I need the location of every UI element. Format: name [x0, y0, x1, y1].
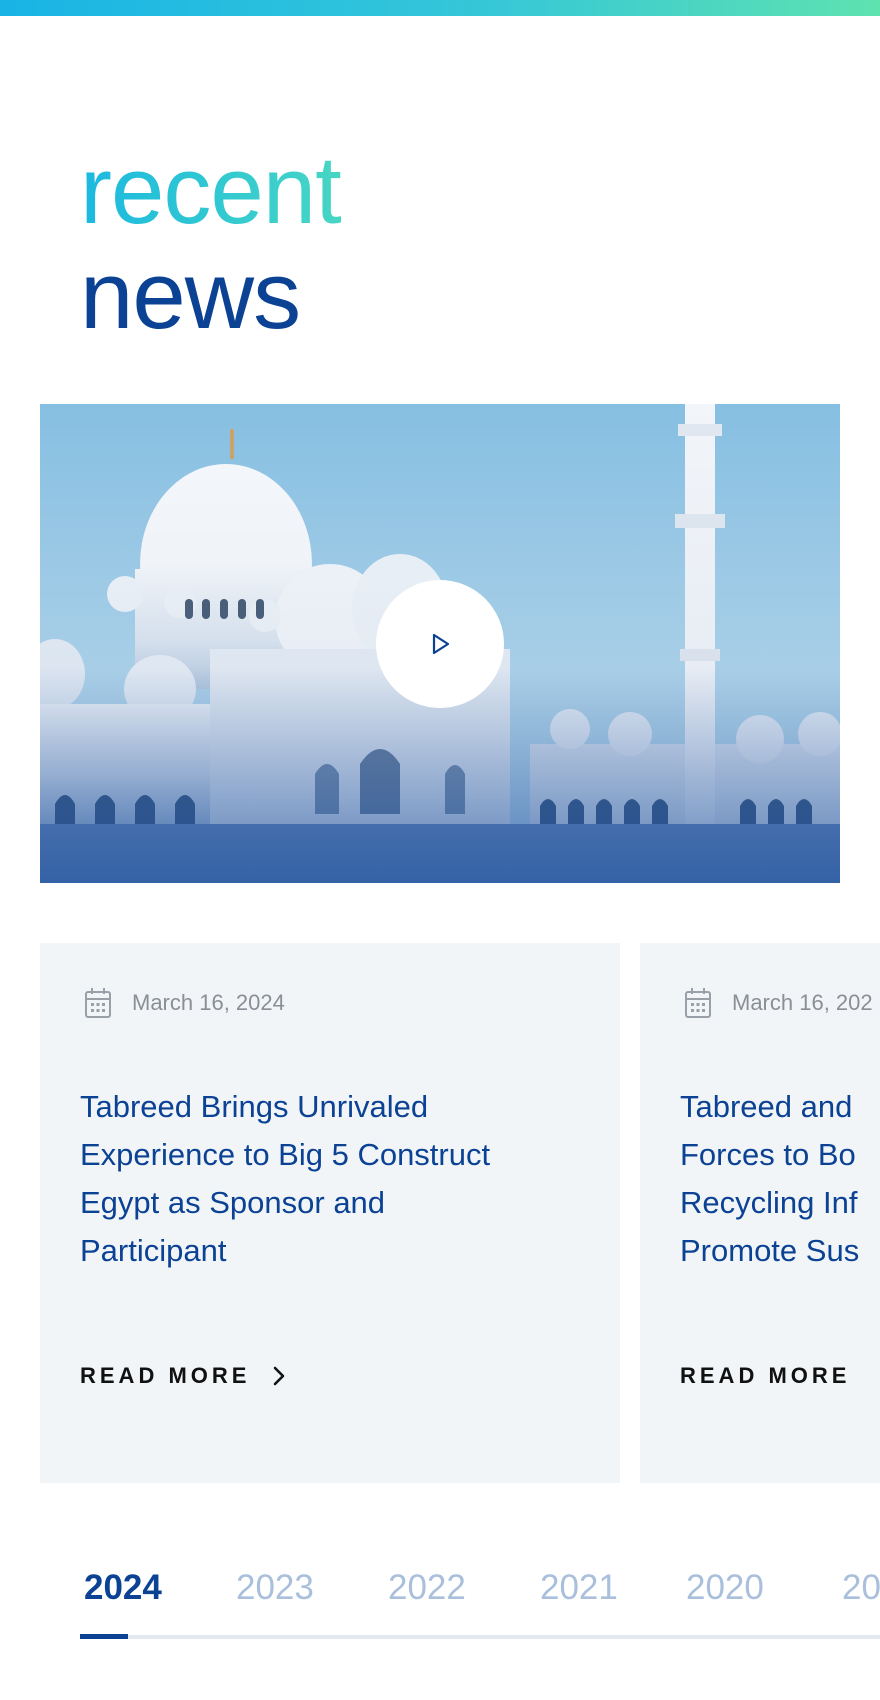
section-heading: recent news	[80, 137, 342, 349]
year-tab-2021[interactable]: 2021	[540, 1568, 618, 1608]
news-date: March 16, 202	[684, 987, 873, 1019]
year-tabs: 2024 2023 2022 2021 2020 20	[0, 1560, 880, 1640]
read-more-link[interactable]: READ MORE	[80, 1363, 286, 1389]
news-date-text: March 16, 2024	[132, 990, 285, 1015]
news-section: recent news March 16, 2024 Tabreed Bring…	[0, 0, 880, 1700]
play-button[interactable]	[376, 580, 504, 708]
year-tabs-track	[80, 1635, 880, 1639]
news-title-line: Experience to Big 5 Construct	[80, 1137, 491, 1172]
top-accent-bar	[0, 0, 880, 16]
year-tab-2020[interactable]: 2020	[686, 1568, 764, 1608]
heading-line-recent: recent	[80, 137, 342, 244]
calendar-icon	[685, 988, 711, 1018]
news-title-line: Recycling Inf	[680, 1185, 858, 1220]
news-title-line: Tabreed Brings Unrivaled	[80, 1089, 429, 1124]
news-title-line: Forces to Bo	[680, 1137, 856, 1172]
play-icon	[432, 633, 450, 655]
news-title-line: Egypt as Sponsor and	[80, 1185, 386, 1220]
read-more-link[interactable]: READ MORE	[680, 1363, 850, 1389]
news-title-line: Promote Sus	[680, 1233, 860, 1268]
year-tab-indicator	[80, 1634, 128, 1639]
year-tab-2022[interactable]: 2022	[388, 1568, 466, 1608]
calendar-icon	[85, 988, 111, 1018]
news-date: March 16, 2024	[84, 987, 285, 1019]
year-tab-2023[interactable]: 2023	[236, 1568, 314, 1608]
news-title[interactable]: Tabreed and Forces to Bo Recycling Inf P…	[680, 1083, 880, 1275]
heading-line-news: news	[80, 242, 301, 349]
read-more-label: READ MORE	[680, 1363, 851, 1388]
news-date-text: March 16, 202	[732, 990, 873, 1015]
news-card[interactable]: March 16, 2024 Tabreed Brings Unrivaled …	[40, 943, 620, 1483]
year-tab-partial[interactable]: 20	[842, 1568, 880, 1608]
news-card[interactable]: March 16, 202 Tabreed and Forces to Bo R…	[640, 943, 880, 1483]
read-more-label: READ MORE	[80, 1363, 251, 1388]
chevron-right-icon	[274, 1366, 285, 1386]
year-tab-2024[interactable]: 2024	[84, 1568, 162, 1608]
news-title-line: Participant	[80, 1233, 227, 1268]
news-title[interactable]: Tabreed Brings Unrivaled Experience to B…	[80, 1083, 580, 1275]
news-title-line: Tabreed and	[680, 1089, 853, 1124]
